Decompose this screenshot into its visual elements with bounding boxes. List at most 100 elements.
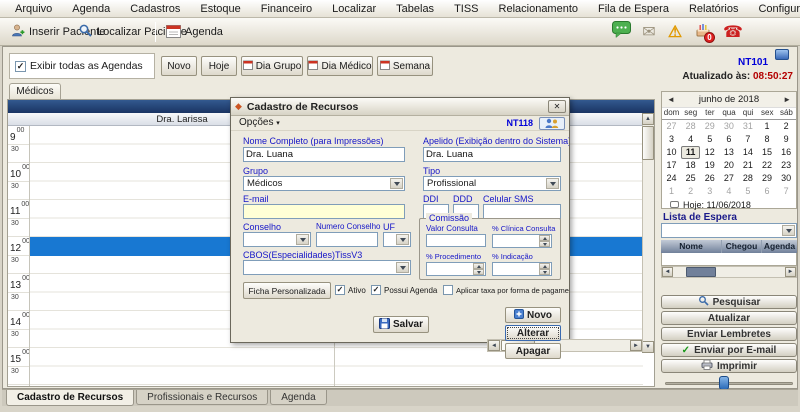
- calendar-day[interactable]: 29: [700, 120, 719, 133]
- novo-record-button[interactable]: Novo: [505, 307, 561, 323]
- scroll-right-button[interactable]: ►: [630, 340, 642, 351]
- calendar-day[interactable]: 10: [662, 146, 681, 159]
- calendar-day[interactable]: 15: [757, 146, 776, 159]
- apagar-button[interactable]: Apagar: [505, 343, 561, 359]
- calendar-day[interactable]: 7: [738, 133, 757, 146]
- scroll-right-button[interactable]: ►: [785, 267, 796, 277]
- calendar-day[interactable]: 3: [662, 133, 681, 146]
- possui-agenda-checkbox-row[interactable]: ✓ Possui Agenda: [371, 285, 437, 295]
- scroll-up-button[interactable]: ▲: [642, 113, 654, 125]
- scroll-left-button[interactable]: ◄: [488, 340, 500, 351]
- grupo-combobox[interactable]: Médicos: [243, 176, 405, 191]
- calendar-day[interactable]: 30: [777, 172, 796, 185]
- people-button[interactable]: [539, 117, 565, 130]
- dropdown-arrow-icon[interactable]: [396, 234, 409, 245]
- hoje-button[interactable]: Hoje: [201, 56, 237, 76]
- waitlist-list[interactable]: [661, 253, 797, 266]
- spinner-arrows-icon[interactable]: [539, 235, 550, 247]
- phone-button[interactable]: ☎: [722, 22, 744, 42]
- aplicar-taxa-checkbox-row[interactable]: ✓ Aplicar taxa por forma de pagamento: [443, 285, 570, 295]
- menu-item[interactable]: Relacionamento: [490, 2, 588, 16]
- calendar-day[interactable]: 28: [681, 120, 700, 133]
- chat-button[interactable]: [610, 22, 632, 42]
- zoom-slider-thumb[interactable]: [719, 376, 729, 390]
- alterar-button[interactable]: Alterar: [505, 325, 561, 341]
- dialog-close-button[interactable]: ✕: [548, 100, 566, 113]
- spinner-arrows-icon[interactable]: [473, 263, 484, 275]
- dropdown-arrow-icon[interactable]: [782, 225, 795, 236]
- tab-medicos[interactable]: Médicos: [9, 83, 61, 99]
- calendar-day[interactable]: 6: [719, 133, 738, 146]
- zoom-slider-track[interactable]: [665, 382, 793, 385]
- ficha-personalizada-button[interactable]: Ficha Personalizada: [243, 282, 331, 299]
- menu-item[interactable]: Relatórios: [680, 2, 748, 16]
- menu-item[interactable]: Localizar: [323, 2, 385, 16]
- bottom-tab[interactable]: Agenda: [270, 390, 326, 405]
- horizontal-scroll-thumb[interactable]: [686, 267, 716, 277]
- apelido-input[interactable]: [423, 147, 561, 162]
- enviar-lembretes-button[interactable]: Enviar Lembretes: [661, 327, 797, 341]
- mail-button[interactable]: ✉: [638, 22, 660, 42]
- calendar-day[interactable]: 27: [719, 172, 738, 185]
- calendar-day[interactable]: 9: [777, 133, 796, 146]
- calendar-day[interactable]: 1: [662, 185, 681, 198]
- ativo-checkbox[interactable]: ✓: [335, 285, 345, 295]
- dropdown-arrow-icon[interactable]: [296, 234, 309, 245]
- tipo-combobox[interactable]: Profissional: [423, 176, 561, 191]
- cbos-combobox[interactable]: [243, 260, 411, 275]
- conselho-combobox[interactable]: [243, 232, 311, 247]
- show-all-agendas-checkbox[interactable]: ✓: [15, 61, 26, 72]
- ativo-checkbox-row[interactable]: ✓ Ativo: [335, 285, 366, 295]
- clinica-consulta-spinner[interactable]: [492, 234, 552, 248]
- procedimento-spinner[interactable]: [426, 262, 486, 276]
- calendar-day[interactable]: 5: [700, 133, 719, 146]
- dropdown-arrow-icon[interactable]: [390, 178, 403, 189]
- calendar-day[interactable]: 14: [738, 146, 757, 159]
- calendar-day[interactable]: 3: [700, 185, 719, 198]
- calendar-day[interactable]: 2: [681, 185, 700, 198]
- calendar-day[interactable]: 22: [757, 159, 776, 172]
- waitlist-column-header[interactable]: Chegou: [721, 240, 761, 253]
- valor-consulta-input[interactable]: [426, 234, 486, 247]
- calendar-day[interactable]: 28: [738, 172, 757, 185]
- aplicar-taxa-checkbox[interactable]: ✓: [443, 285, 453, 295]
- waitlist-column-header[interactable]: Nome: [661, 240, 721, 253]
- agenda-button[interactable]: Agenda: [160, 21, 229, 43]
- menu-item[interactable]: Cadastros: [121, 2, 189, 16]
- novo-button[interactable]: Novo: [161, 56, 197, 76]
- waitlist-combobox[interactable]: [661, 223, 797, 238]
- menu-item[interactable]: Fila de Espera: [589, 2, 678, 16]
- vertical-scroll-thumb[interactable]: [642, 126, 654, 160]
- spinner-arrows-icon[interactable]: [539, 263, 550, 275]
- celular-sms-input[interactable]: [483, 204, 561, 219]
- imprimir-button[interactable]: Imprimir: [661, 359, 797, 373]
- calendar-day[interactable]: 19: [700, 159, 719, 172]
- calendar-day[interactable]: 24: [662, 172, 681, 185]
- calendar-day[interactable]: 31: [738, 120, 757, 133]
- calendar-day[interactable]: 17: [662, 159, 681, 172]
- waitlist-scrollbar[interactable]: ◄ ►: [661, 266, 797, 278]
- nome-input[interactable]: [243, 147, 405, 162]
- calendar-day[interactable]: 1: [757, 120, 776, 133]
- pesquisar-button[interactable]: Pesquisar: [661, 295, 797, 309]
- email-input[interactable]: [243, 204, 405, 219]
- menu-item[interactable]: Tabelas: [387, 2, 443, 16]
- calendar-day[interactable]: 16: [777, 146, 796, 159]
- calendar-day[interactable]: 21: [738, 159, 757, 172]
- possui-agenda-checkbox[interactable]: ✓: [371, 285, 381, 295]
- calendar-day[interactable]: 7: [777, 185, 796, 198]
- enviar-email-button[interactable]: ✓ Enviar por E-mail: [661, 343, 797, 357]
- calendar-day[interactable]: 4: [681, 133, 700, 146]
- menu-item[interactable]: Arquivo: [6, 2, 61, 16]
- calendar-day[interactable]: 20: [719, 159, 738, 172]
- calendar-next-icon[interactable]: ►: [783, 95, 791, 104]
- menu-item[interactable]: TISS: [445, 2, 487, 16]
- dia-medico-button[interactable]: Dia Médico: [307, 56, 373, 76]
- calendar-day[interactable]: 27: [662, 120, 681, 133]
- numero-conselho-input[interactable]: [316, 232, 378, 247]
- calendar-day[interactable]: 30: [719, 120, 738, 133]
- calendar-day[interactable]: 5: [738, 185, 757, 198]
- window-restore-icon[interactable]: [775, 49, 789, 60]
- calendar-day[interactable]: 26: [700, 172, 719, 185]
- menu-item[interactable]: Agenda: [63, 2, 119, 16]
